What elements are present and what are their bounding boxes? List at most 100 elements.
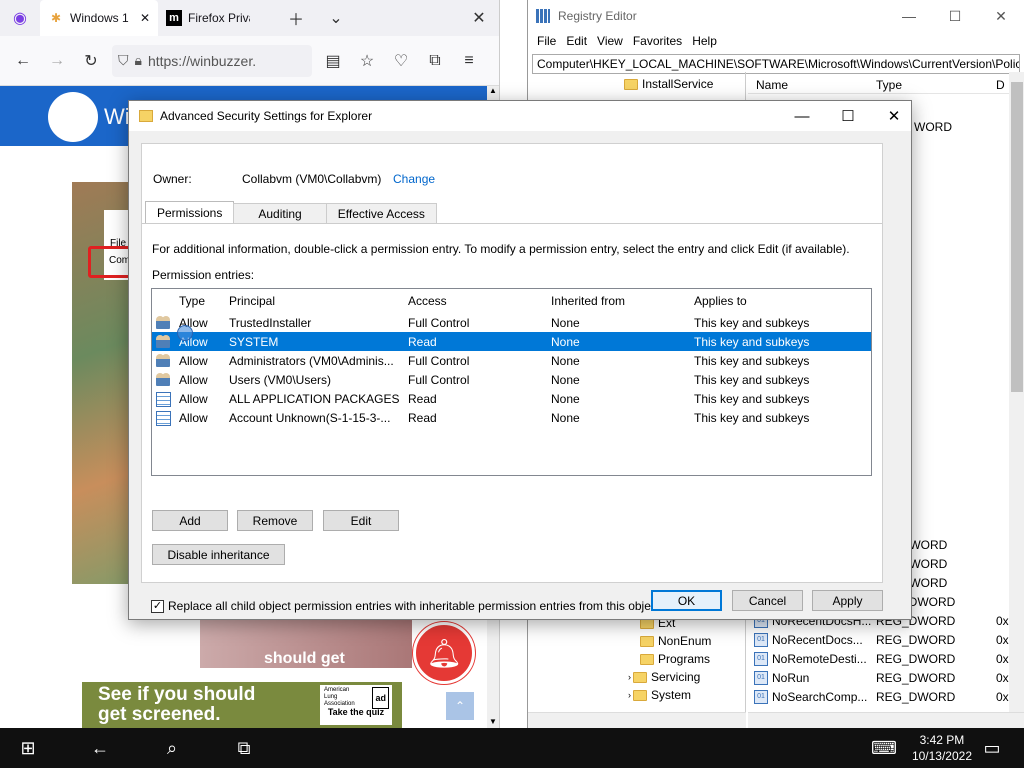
checkbox-checkmark-icon[interactable]: ✓ [151,599,164,613]
row-applies: This key and subkeys [694,316,810,330]
tree-item-programs[interactable]: Programs [640,650,710,668]
scroll-down-icon[interactable]: ▼ [487,717,499,726]
tree-item-system[interactable]: › System [628,686,691,704]
tree-horizontal-scrollbar[interactable] [528,712,746,728]
tree-item-label: NonEnum [658,634,712,648]
menu-favorites[interactable]: Favorites [628,32,687,52]
tab-auditing[interactable]: Auditing [233,203,327,224]
permission-row[interactable]: Allow Administrators (VM0\Adminis... Ful… [152,351,871,370]
back-arrow-icon[interactable]: ← [76,728,124,768]
change-owner-link[interactable]: Change [393,172,435,186]
ok-button[interactable]: OK [651,590,722,611]
tab-effective-access[interactable]: Effective Access [325,203,437,224]
minimize-icon[interactable]: — [886,0,932,32]
tab-permissions[interactable]: Permissions [145,201,235,224]
lock-icon[interactable]: 🔒︎ [135,52,142,69]
column-name[interactable]: Name [756,78,788,92]
forward-arrow-icon[interactable]: → [40,44,74,78]
menu-view[interactable]: View [592,32,628,52]
system-clock[interactable]: 3:42 PM 10/13/2022 [912,732,972,764]
back-arrow-icon[interactable]: ← [6,44,40,78]
value-type: REG_DWORD [876,651,956,666]
value-row[interactable]: 01 NoRecentDocs... REG_DWORD 0x [748,630,1024,649]
dialog-close-icon[interactable]: ✕ [871,101,917,131]
help-text: For additional information, double-click… [152,242,850,256]
value-name: NoRemoteDesti... [772,651,867,666]
permission-row[interactable]: Allow Users (VM0\Users) Full Control Non… [152,370,871,389]
column-type[interactable]: Type [179,294,205,308]
list-tabs-chevron-icon[interactable]: ⌄ [316,0,356,36]
column-inherited-from[interactable]: Inherited from [551,294,625,308]
value-row[interactable]: 01 NoRun REG_DWORD 0x [748,668,1024,687]
search-icon[interactable]: ⌕ [148,728,196,768]
tab-close-icon[interactable]: ✕ [140,11,150,25]
keyboard-icon[interactable]: ⌨ [860,728,908,768]
column-principal[interactable]: Principal [229,294,275,308]
tree-item-installservice[interactable]: InstallService [624,75,713,93]
notification-bell-icon[interactable]: 🔔︎ [413,622,475,684]
regedit-title: Registry Editor [558,9,637,23]
window-close-icon[interactable]: ✕ [459,0,499,36]
add-button[interactable]: Add [152,510,228,531]
edit-button[interactable]: Edit [323,510,399,531]
expand-chevron-icon[interactable]: › [628,690,631,700]
column-access[interactable]: Access [408,294,447,308]
permission-row[interactable]: Allow TrustedInstaller Full Control None… [152,313,871,332]
bookmark-star-icon[interactable]: ☆ [350,44,384,78]
scroll-up-icon[interactable]: ▲ [487,86,499,95]
replace-child-permissions-checkbox[interactable]: ✓ Replace all child object permission en… [151,599,660,613]
scroll-up-arrow-icon[interactable]: ⌃ [446,692,474,720]
apply-button[interactable]: Apply [812,590,883,611]
tab-firefox-privacy[interactable]: m Firefox Privac [158,0,276,36]
cancel-button[interactable]: Cancel [732,590,803,611]
dialog-maximize-icon[interactable]: ☐ [825,101,871,131]
ad-banner[interactable]: See if you should get screened. American… [82,682,402,728]
extensions-icon[interactable]: ⧉ [418,44,452,78]
video-thumbnail[interactable]: should get [200,618,412,668]
value-row[interactable]: 01 NoSearchComp... REG_DWORD 0x [748,687,1024,706]
value-type: REG_DWORD [876,689,956,704]
column-type[interactable]: Type [876,78,902,92]
regedit-address-bar[interactable]: Computer\HKEY_LOCAL_MACHINE\SOFTWARE\Mic… [532,54,1020,74]
tree-item-nonenum[interactable]: NonEnum [640,632,711,650]
remove-button[interactable]: Remove [237,510,313,531]
permission-row-selected[interactable]: Allow SYSTEM Read None This key and subk… [152,332,871,351]
expand-chevron-icon[interactable]: › [628,672,631,682]
tab-windows[interactable]: ✱ Windows 1 ✕ [40,0,158,36]
value-row[interactable]: 01 NoRemoteDesti... REG_DWORD 0x [748,649,1024,668]
shield-icon[interactable]: ⛉ [118,52,129,69]
firefox-navbar: ← → ↻ ⛉ 🔒︎ https://winbuzzer. ▤ ☆ ♡ ⧉ ≡ [0,36,499,86]
permission-row[interactable]: Allow ALL APPLICATION PACKAGES Read None… [152,389,871,408]
scrollbar-thumb[interactable] [1011,82,1023,392]
tab-label: Firefox Privac [188,11,250,25]
permission-row[interactable]: Allow Account Unknown(S-1-15-3-... Read … [152,408,871,427]
close-icon[interactable]: ✕ [978,0,1024,32]
winbuzzer-logo-icon[interactable] [48,92,98,142]
firefox-view-icon[interactable]: ◉ [0,0,40,36]
menu-help[interactable]: Help [687,32,722,52]
reload-icon[interactable]: ↻ [74,44,108,78]
tree-item-servicing[interactable]: › Servicing [628,668,700,686]
maximize-icon[interactable]: ☐ [932,0,978,32]
column-applies-to[interactable]: Applies to [694,294,747,308]
firefox-tab-strip: ◉ ✱ Windows 1 ✕ m Firefox Privac ＋ ⌄ ✕ [0,0,499,36]
column-data[interactable]: D [996,78,1005,92]
start-windows-icon[interactable]: ⊞ [4,728,52,768]
menu-file[interactable]: File [532,32,561,52]
pocket-icon[interactable]: ♡ [384,44,418,78]
values-vertical-scrollbar[interactable] [1009,72,1024,712]
url-bar[interactable]: ⛉ 🔒︎ https://winbuzzer. [112,44,312,77]
hamburger-menu-icon[interactable]: ≡ [452,44,486,78]
menu-edit[interactable]: Edit [561,32,592,52]
dialog-minimize-icon[interactable]: — [779,101,825,131]
row-access: Read [408,335,437,349]
notification-center-icon[interactable]: ▭ [968,728,1016,768]
disable-inheritance-button[interactable]: Disable inheritance [152,544,285,565]
permissions-tab-body: For additional information, double-click… [142,223,882,613]
new-tab-plus-icon[interactable]: ＋ [276,0,316,36]
reader-view-icon[interactable]: ▤ [316,44,350,78]
task-view-icon[interactable]: ⧉ [220,728,268,768]
permission-entries-list[interactable]: Type Principal Access Inherited from App… [151,288,872,476]
dialog-tabs: Permissions Auditing Effective Access [145,201,437,224]
values-horizontal-scrollbar[interactable] [748,712,1024,728]
